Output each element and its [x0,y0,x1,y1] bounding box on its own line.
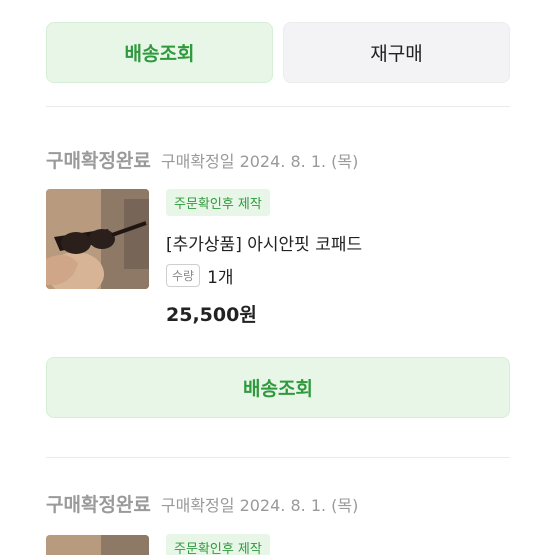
divider [46,106,510,107]
made-to-order-badge: 주문확인후 제작 [166,189,270,216]
product-name-link[interactable]: [추가상품] 아시안핏 코패드 [166,230,362,255]
order-header: 구매확정완료 구매확정일 2024. 8. 1. (목) [46,490,358,517]
sunglasses-photo-icon [46,535,149,555]
made-to-order-badge: 주문확인후 제작 [166,534,270,555]
order-list: 배송조회 재구매 구매확정완료 구매확정일 2024. 8. 1. (목) 주문… [0,0,555,555]
sunglasses-photo-icon [46,189,149,289]
divider [46,457,510,458]
track-delivery-button[interactable]: 배송조회 [46,22,273,83]
order-status: 구매확정완료 [46,150,151,172]
order-status: 구매확정완료 [46,494,151,516]
quantity-value: 1개 [207,268,234,288]
order-confirm-date: 구매확정일 2024. 8. 1. (목) [160,152,359,171]
order-confirm-date: 구매확정일 2024. 8. 1. (목) [160,496,359,515]
product-image[interactable] [46,535,149,555]
quantity-row: 수량 1개 [166,263,234,288]
track-delivery-button[interactable]: 배송조회 [46,357,510,418]
reorder-button[interactable]: 재구매 [283,22,510,83]
product-image[interactable] [46,189,149,289]
product-price: 25,500원 [166,304,257,326]
order-header: 구매확정완료 구매확정일 2024. 8. 1. (목) [46,146,358,173]
quantity-label: 수량 [166,264,201,287]
